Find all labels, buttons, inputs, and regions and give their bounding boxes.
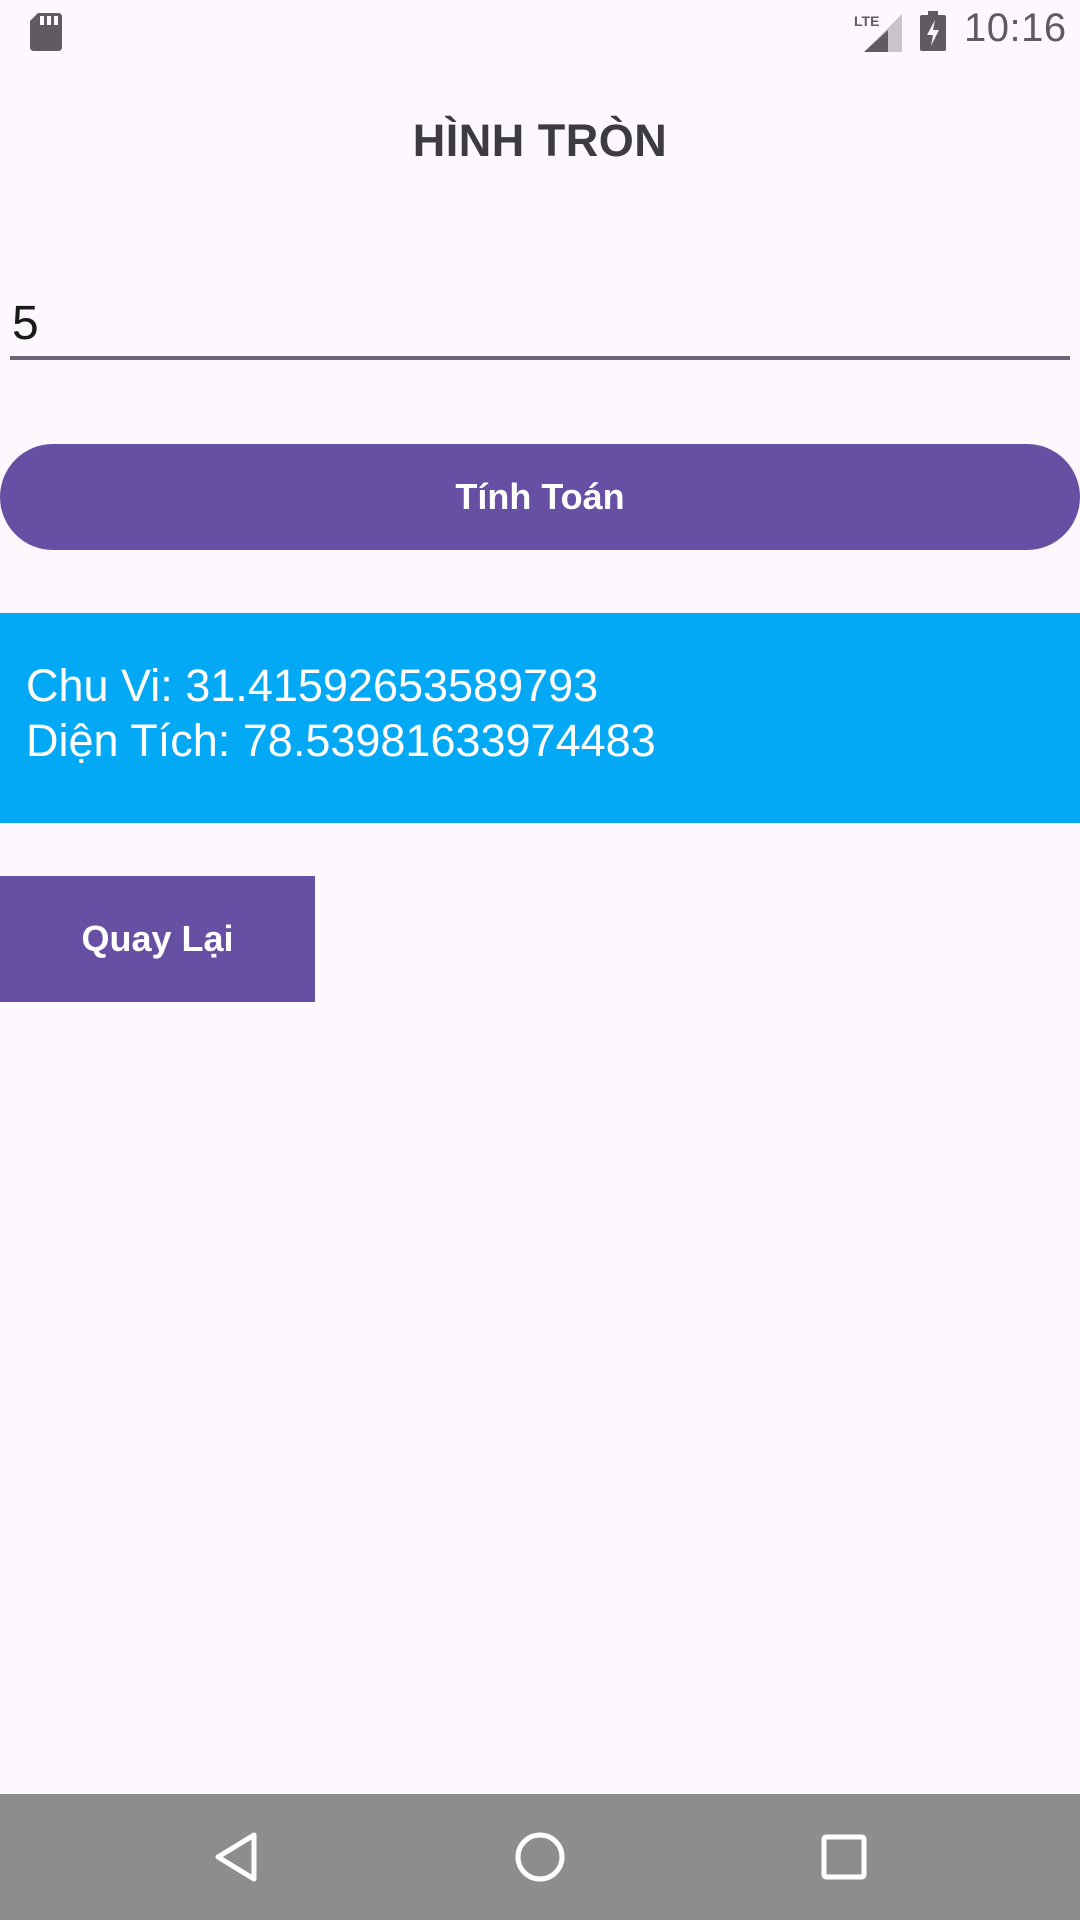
status-bar: LTE 10:16 [0, 0, 1080, 63]
calculate-button[interactable]: Tính Toán [0, 444, 1080, 550]
nav-home-button[interactable] [480, 1794, 600, 1920]
lte-label: LTE [854, 13, 879, 29]
lte-signal-icon: LTE [854, 13, 902, 52]
radius-input[interactable] [10, 290, 1070, 360]
nav-back-button[interactable] [176, 1794, 296, 1920]
result-panel: Chu Vi: 31.41592653589793 Diện Tích: 78.… [0, 613, 1080, 823]
home-circle-icon [515, 1832, 565, 1882]
circumference-result: Chu Vi: 31.41592653589793 [26, 660, 599, 711]
recents-square-icon [821, 1834, 867, 1880]
status-clock: 10:16 [964, 6, 1067, 50]
area-result: Diện Tích: 78.53981633974483 [26, 715, 656, 766]
sd-card-icon [30, 13, 62, 51]
navigation-bar [0, 1794, 1080, 1920]
nav-recents-button[interactable] [784, 1794, 904, 1920]
page-title: HÌNH TRÒN [412, 115, 668, 166]
back-button[interactable]: Quay Lại [0, 876, 315, 1002]
battery-charging-icon [920, 11, 946, 51]
back-triangle-icon [215, 1832, 257, 1882]
